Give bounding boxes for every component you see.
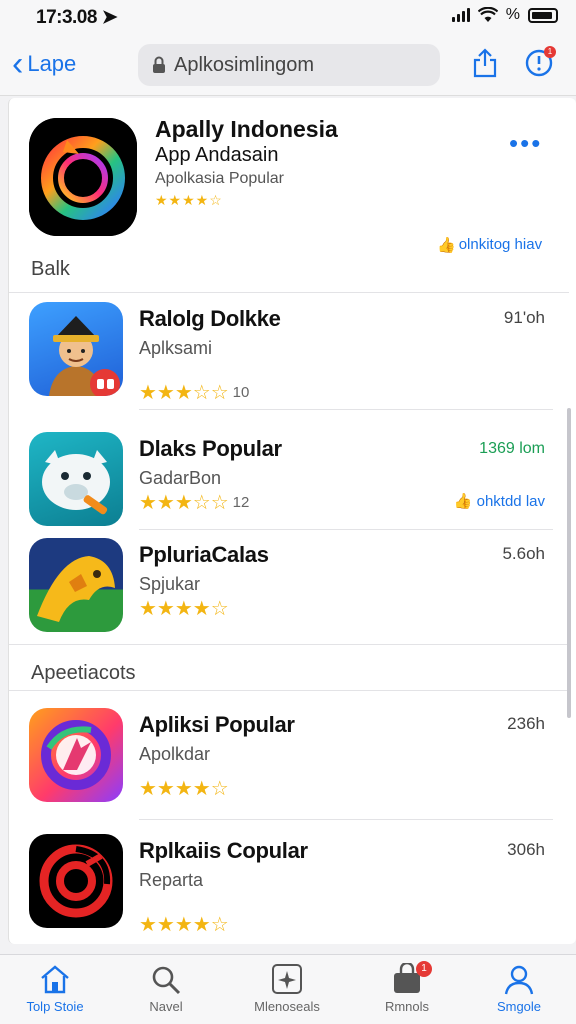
app-icon bbox=[29, 708, 123, 802]
url-text: Aplkosimlingom bbox=[174, 53, 315, 76]
section-header-1: Balk bbox=[31, 258, 70, 280]
list-item[interactable]: Apliksi Popular Apolkdar ★★★★☆ 236h bbox=[9, 704, 569, 820]
browser-nav-bar: ‹ Lape Aplkosimlingom 1 bbox=[0, 36, 576, 96]
app-subtitle: Reparta bbox=[139, 870, 204, 890]
signal-icon bbox=[451, 8, 470, 22]
app-link-label: ohktdd lav bbox=[476, 493, 545, 510]
app-time: 306h bbox=[507, 840, 545, 859]
back-button[interactable]: ‹ Lape bbox=[12, 45, 77, 83]
app-icon bbox=[29, 538, 123, 632]
rating-stars: ★★★★☆ bbox=[139, 778, 229, 800]
app-icon bbox=[29, 432, 123, 526]
app-name: PpluriaCalas bbox=[139, 542, 269, 567]
tab-label: Mlenoseals bbox=[254, 999, 320, 1014]
row-separator bbox=[139, 819, 553, 820]
app-time: 236h bbox=[507, 714, 545, 733]
list-item[interactable]: Ralolg Dolkke Aplksami ★★★☆☆ 10 91'oh bbox=[9, 298, 569, 410]
tab-label: Tolp Stoie bbox=[26, 999, 84, 1014]
person-icon bbox=[504, 965, 534, 995]
tab-label: Smgole bbox=[496, 999, 542, 1014]
content-card: Apally Indonesia App Andasain Apolkasia … bbox=[8, 98, 576, 944]
rating-stars: ★★★☆☆ bbox=[139, 382, 229, 404]
list-item[interactable]: PpluriaCalas Spjukar ★★★★☆ 5.6oh bbox=[9, 534, 569, 646]
featured-app-subtitle: App Andasain bbox=[155, 144, 279, 166]
wifi-icon bbox=[477, 7, 498, 22]
rating-stars: ★★★★☆ bbox=[139, 598, 229, 620]
featured-app-caption: Apolkasia Popular bbox=[155, 170, 284, 187]
thumbs-up-icon: 👍 bbox=[437, 237, 456, 254]
section-divider bbox=[9, 644, 569, 645]
rating-count: 12 bbox=[232, 494, 250, 511]
app-icon bbox=[29, 834, 123, 928]
app-rating: ★★★☆☆ 10 bbox=[139, 380, 249, 405]
rating-stars: ★★★★☆ bbox=[139, 914, 229, 936]
tab-updates[interactable]: 1 Rmnols bbox=[352, 961, 462, 1014]
app-time: 5.6oh bbox=[502, 544, 545, 563]
home-icon bbox=[41, 965, 69, 994]
status-icons: % bbox=[451, 6, 558, 24]
row-separator bbox=[139, 409, 553, 410]
featured-app-link[interactable]: 👍 olnkitog hiav bbox=[437, 236, 542, 254]
scrollbar[interactable] bbox=[567, 408, 571, 718]
app-name: Ralolg Dolkke bbox=[139, 306, 281, 331]
featured-app[interactable]: Apally Indonesia App Andasain Apolkasia … bbox=[9, 98, 569, 258]
app-time: 91'oh bbox=[503, 308, 545, 327]
app-rating: ★★★☆☆ 12 bbox=[139, 490, 249, 515]
back-label: Lape bbox=[27, 51, 77, 76]
tab-featured[interactable]: Mlenoseals bbox=[232, 963, 342, 1014]
url-field[interactable]: Aplkosimlingom bbox=[138, 44, 440, 86]
rating-count: 10 bbox=[232, 384, 250, 401]
section-header-2: Apeetiacots bbox=[31, 662, 136, 684]
app-subtitle: GadarBon bbox=[139, 468, 222, 488]
tab-search[interactable]: Navel bbox=[111, 963, 221, 1014]
chevron-left-icon: ‹ bbox=[12, 45, 24, 83]
share-icon[interactable] bbox=[472, 48, 498, 78]
app-subtitle: Spjukar bbox=[139, 574, 201, 594]
battery-icon bbox=[528, 7, 558, 23]
rating-stars: ★★★☆☆ bbox=[139, 492, 229, 514]
app-name: Apliksi Popular bbox=[139, 712, 295, 737]
app-subtitle: Aplksami bbox=[139, 338, 213, 358]
app-rating: ★★★★☆ bbox=[139, 596, 233, 621]
tab-top-store[interactable]: Tolp Stoie bbox=[0, 963, 110, 1014]
tab-badge: 1 bbox=[416, 961, 432, 977]
featured-app-title: Apally Indonesia bbox=[155, 116, 338, 142]
tab-bar: Tolp Stoie Navel Mlenoseals 1 Rmnols Smg… bbox=[0, 954, 576, 1024]
section-divider bbox=[9, 690, 569, 691]
search-icon bbox=[152, 966, 181, 995]
featured-app-icon bbox=[29, 118, 137, 236]
app-name: Rplkaiis Copular bbox=[139, 838, 308, 863]
tab-label: Navel bbox=[149, 999, 183, 1014]
featured-app-link-label: olnkitog hiav bbox=[458, 236, 543, 253]
more-options-button[interactable]: ••• bbox=[509, 128, 542, 159]
app-tag: 1369 lom bbox=[479, 440, 545, 457]
featured-app-stars: ★★★★☆ bbox=[155, 192, 223, 208]
notification-badge: 1 bbox=[544, 46, 556, 58]
tab-profile[interactable]: Smgole bbox=[464, 963, 574, 1014]
list-item[interactable]: Dlaks Popular GadarBon ★★★☆☆ 12 1369 lom… bbox=[9, 428, 569, 540]
app-link[interactable]: 👍 ohktdd lav bbox=[454, 492, 545, 510]
app-name: Dlaks Popular bbox=[139, 436, 282, 461]
location-arrow-icon: ➤ bbox=[101, 7, 118, 28]
app-icon bbox=[29, 302, 123, 396]
app-rating: ★★★★☆ bbox=[139, 776, 233, 801]
thumbs-up-icon: 👍 bbox=[453, 493, 473, 510]
list-item[interactable]: Rplkaiis Copular Reparta ★★★★☆ 306h bbox=[9, 830, 569, 942]
status-bar: 17:3.08 ➤ % bbox=[0, 0, 576, 36]
status-time: 17:3.08 ➤ bbox=[36, 7, 118, 28]
lock-icon bbox=[153, 56, 165, 73]
sparkle-icon bbox=[272, 964, 302, 994]
app-subtitle: Apolkdar bbox=[139, 744, 211, 764]
tab-label: Rmnols bbox=[384, 999, 430, 1014]
battery-percent: % bbox=[505, 6, 520, 23]
row-separator bbox=[139, 529, 553, 530]
section-divider bbox=[9, 292, 569, 293]
app-rating: ★★★★☆ bbox=[139, 912, 233, 937]
